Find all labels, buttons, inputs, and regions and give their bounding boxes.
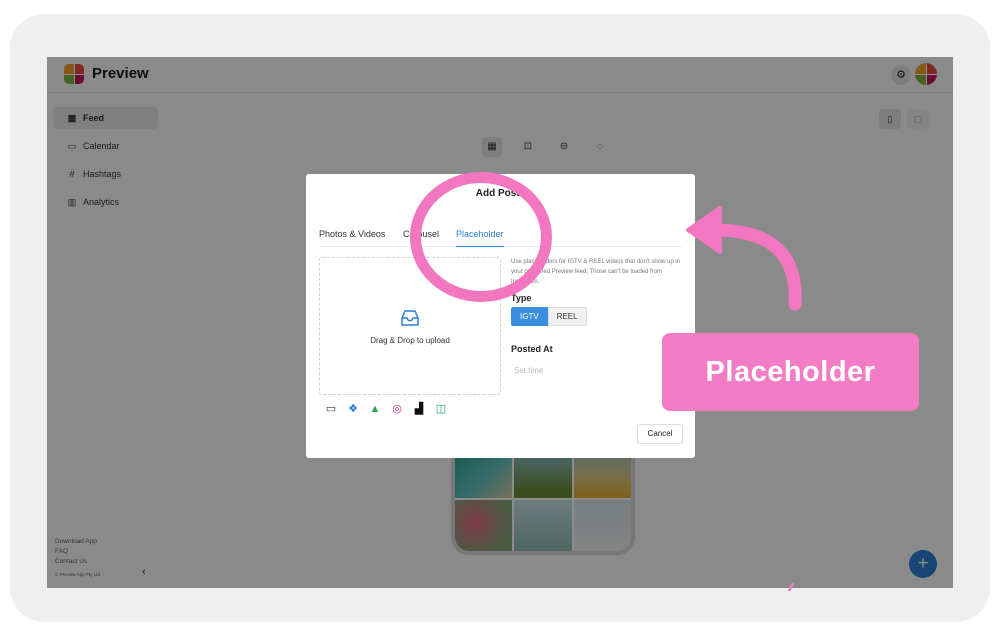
type-selector: IGTV REEL — [511, 307, 683, 326]
computer-icon[interactable]: ▭ — [324, 402, 338, 416]
dropzone-text: Drag & Drop to upload — [370, 336, 450, 345]
app-window: Preview ⚙ ▦ Feed ▭ Calendar # Hashtags ▥… — [47, 57, 953, 588]
type-label: Type — [511, 293, 532, 303]
posted-at-label: Posted At — [511, 344, 553, 354]
tab-photos-videos[interactable]: Photos & Videos — [319, 229, 385, 247]
google-drive-icon[interactable]: ▲ — [368, 402, 382, 416]
canva-icon[interactable]: ◫ — [434, 402, 448, 416]
reel-option[interactable]: REEL — [547, 307, 587, 326]
instagram-icon[interactable]: ◎ — [390, 402, 404, 416]
pink-mark-icon — [788, 583, 794, 591]
igtv-option[interactable]: IGTV — [511, 307, 548, 326]
highlight-circle — [410, 172, 552, 302]
cancel-button[interactable]: Cancel — [637, 424, 683, 444]
curved-arrow-icon — [686, 206, 802, 311]
dropbox-icon[interactable]: ❖ — [346, 402, 360, 416]
set-time-input[interactable]: Set time — [511, 366, 683, 375]
upload-sources: ▭ ❖ ▲ ◎ ▟ ◫ — [324, 402, 448, 416]
placeholder-callout: Placeholder — [662, 333, 919, 411]
inbox-upload-icon — [401, 310, 419, 326]
unsplash-icon[interactable]: ▟ — [412, 402, 426, 416]
